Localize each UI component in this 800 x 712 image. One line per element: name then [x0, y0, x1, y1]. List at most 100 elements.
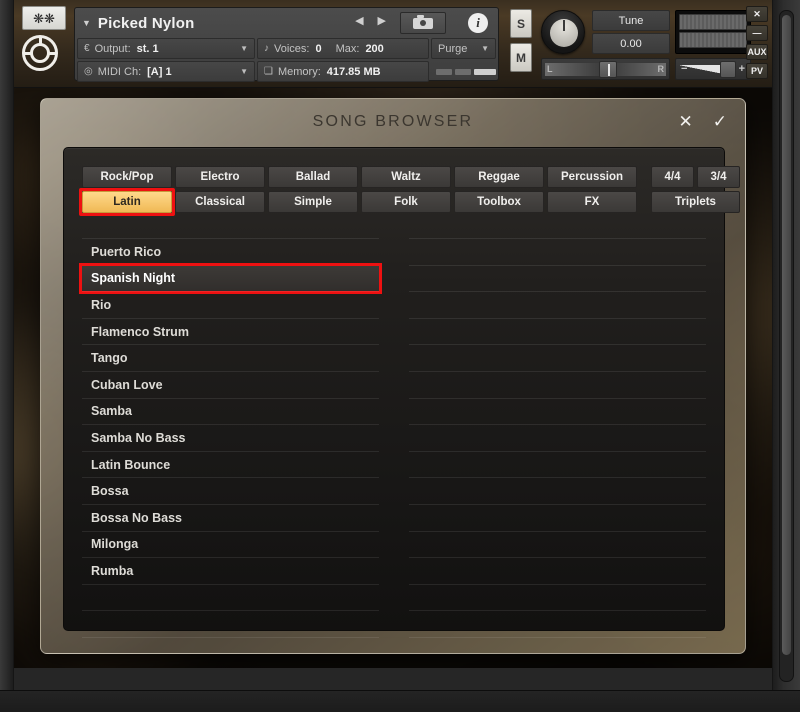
vertical-scrollbar[interactable] [779, 10, 794, 682]
list-item[interactable]: Latin Bounce [82, 450, 379, 478]
snapshot-camera-button[interactable] [400, 12, 446, 34]
purge-button[interactable]: Purge ▼ [431, 38, 496, 59]
tab-triplets[interactable]: Triplets [651, 191, 740, 213]
song-lists: Puerto Rico Spanish Night Rio Flamenco S… [79, 238, 706, 638]
tab-latin[interactable]: Latin [79, 188, 175, 216]
solo-button[interactable]: S [510, 9, 532, 38]
list-item-empty[interactable] [409, 424, 706, 451]
tab-fx[interactable]: FX [547, 191, 637, 213]
next-preset-icon[interactable]: ▶ [378, 14, 386, 27]
list-item-selected[interactable]: Spanish Night [79, 262, 382, 294]
pv-button[interactable]: PV [746, 63, 768, 79]
close-icon[interactable]: ✕ [679, 113, 693, 130]
tune-knob-wrap [541, 10, 585, 54]
list-item[interactable]: Rio [82, 291, 379, 318]
tab-percussion[interactable]: Percussion [547, 166, 637, 188]
output-label: Output: [94, 42, 131, 55]
list-item-empty[interactable] [409, 610, 706, 637]
midi-channel-selector[interactable]: ◎ MIDI Ch: [A] 1 ▼ [77, 61, 255, 82]
tab-toolbox[interactable]: Toolbox [454, 191, 544, 213]
list-item[interactable]: Samba No Bass [82, 424, 379, 451]
browser-inner-panel: Rock/Pop Electro Ballad Waltz Reggae Per… [63, 147, 740, 638]
voices-value: 0 [315, 42, 322, 55]
tab-3-4[interactable]: 3/4 [697, 166, 740, 188]
tab-classical[interactable]: Classical [175, 191, 265, 213]
instrument-param-grid: € Output: st. 1 ▼ ◎ MIDI Ch: [A] 1 ▼ ♪ V… [77, 38, 496, 82]
list-item[interactable]: Cuban Love [82, 370, 379, 398]
list-item-empty[interactable] [409, 264, 706, 292]
voices-icon: ♪ [264, 43, 269, 54]
mute-button[interactable]: M [510, 43, 532, 72]
list-item[interactable]: Tango [82, 344, 379, 371]
pan-slider[interactable]: L R [541, 58, 670, 80]
minimize-icon[interactable]: — [746, 25, 768, 41]
tab-electro[interactable]: Electro [175, 166, 265, 188]
purge-chevron-down-icon[interactable]: ▼ [481, 44, 489, 53]
memory-display: ❏ Memory: 417.85 MB [257, 61, 429, 82]
list-item-empty[interactable] [82, 636, 379, 664]
list-item-empty[interactable] [409, 317, 706, 345]
list-item[interactable]: Bossa No Bass [82, 503, 379, 531]
output-level-meters [675, 10, 751, 54]
snowflake-icon[interactable]: ❋❋ [22, 6, 66, 30]
volume-slider[interactable]: − + [675, 58, 751, 80]
tab-reggae[interactable]: Reggae [454, 166, 544, 188]
midi-value: [A] 1 [147, 65, 172, 78]
tab-simple[interactable]: Simple [268, 191, 358, 213]
list-item-empty[interactable] [409, 477, 706, 504]
instrument-stage: SONG BROWSER ✕ ✓ Rock/Pop Electro Ballad… [14, 88, 772, 668]
tab-rock-pop[interactable]: Rock/Pop [82, 166, 172, 188]
page-title: SONG BROWSER [312, 113, 474, 130]
midi-chevron-down-icon[interactable]: ▼ [240, 67, 248, 76]
list-item-empty[interactable] [409, 238, 706, 265]
close-icon[interactable]: ✕ [746, 6, 768, 22]
volume-minus-label: − [681, 63, 688, 75]
solo-mute-group: S M [510, 9, 532, 72]
list-item-empty[interactable] [409, 397, 706, 425]
time-signature-row-1: 4/4 3/4 [651, 166, 740, 188]
category-tab-row-1: Rock/Pop Electro Ballad Waltz Reggae Per… [82, 166, 637, 188]
song-list-left: Puerto Rico Spanish Night Rio Flamenco S… [79, 238, 382, 638]
list-item-empty[interactable] [409, 636, 706, 664]
tab-ballad[interactable]: Ballad [268, 166, 358, 188]
volume-handle[interactable] [720, 61, 736, 78]
tune-value[interactable]: 0.00 [592, 33, 670, 54]
tab-folk[interactable]: Folk [361, 191, 451, 213]
list-item[interactable]: Milonga [82, 530, 379, 558]
instrument-info-panel: ▼ Picked Nylon ◀ ▶ i € Output: st. 1 ▼ ◎… [74, 7, 499, 82]
list-item-empty[interactable] [409, 450, 706, 478]
scrollbar-thumb[interactable] [782, 15, 791, 655]
output-selector[interactable]: € Output: st. 1 ▼ [77, 38, 255, 59]
list-item-empty[interactable] [409, 503, 706, 531]
list-item[interactable]: Bossa [82, 477, 379, 504]
aux-button[interactable]: AUX [746, 44, 768, 60]
list-item[interactable]: Puerto Rico [82, 238, 379, 265]
tab-waltz[interactable]: Waltz [361, 166, 451, 188]
confirm-check-icon[interactable]: ✓ [713, 113, 727, 130]
voices-label: Voices: [274, 42, 310, 55]
prev-preset-icon[interactable]: ◀ [355, 14, 363, 27]
list-item[interactable]: Flamenco Strum [82, 317, 379, 345]
list-item-empty[interactable] [409, 291, 706, 318]
info-icon[interactable]: i [468, 13, 488, 33]
list-item-empty[interactable] [409, 344, 706, 371]
output-chevron-down-icon[interactable]: ▼ [240, 44, 248, 53]
list-item-empty[interactable] [82, 583, 379, 611]
list-item-empty[interactable] [409, 370, 706, 398]
list-item[interactable]: Rumba [82, 557, 379, 584]
tune-readout: Tune 0.00 [592, 10, 670, 56]
list-item-empty[interactable] [409, 583, 706, 611]
list-item-empty[interactable] [409, 530, 706, 558]
preset-nav: ◀ ▶ [355, 14, 386, 27]
instrument-caret-icon[interactable]: ▼ [82, 18, 91, 28]
tune-knob[interactable] [541, 10, 585, 54]
instrument-name: Picked Nylon [97, 14, 195, 32]
list-item-empty[interactable] [409, 557, 706, 584]
midi-label: MIDI Ch: [97, 65, 142, 78]
tab-4-4[interactable]: 4/4 [651, 166, 694, 188]
max-voices-value: 200 [365, 42, 384, 55]
header-icon-group: ❋❋ [22, 6, 70, 84]
pan-handle[interactable] [599, 61, 617, 78]
list-item[interactable]: Samba [82, 397, 379, 425]
list-item-empty[interactable] [82, 610, 379, 637]
